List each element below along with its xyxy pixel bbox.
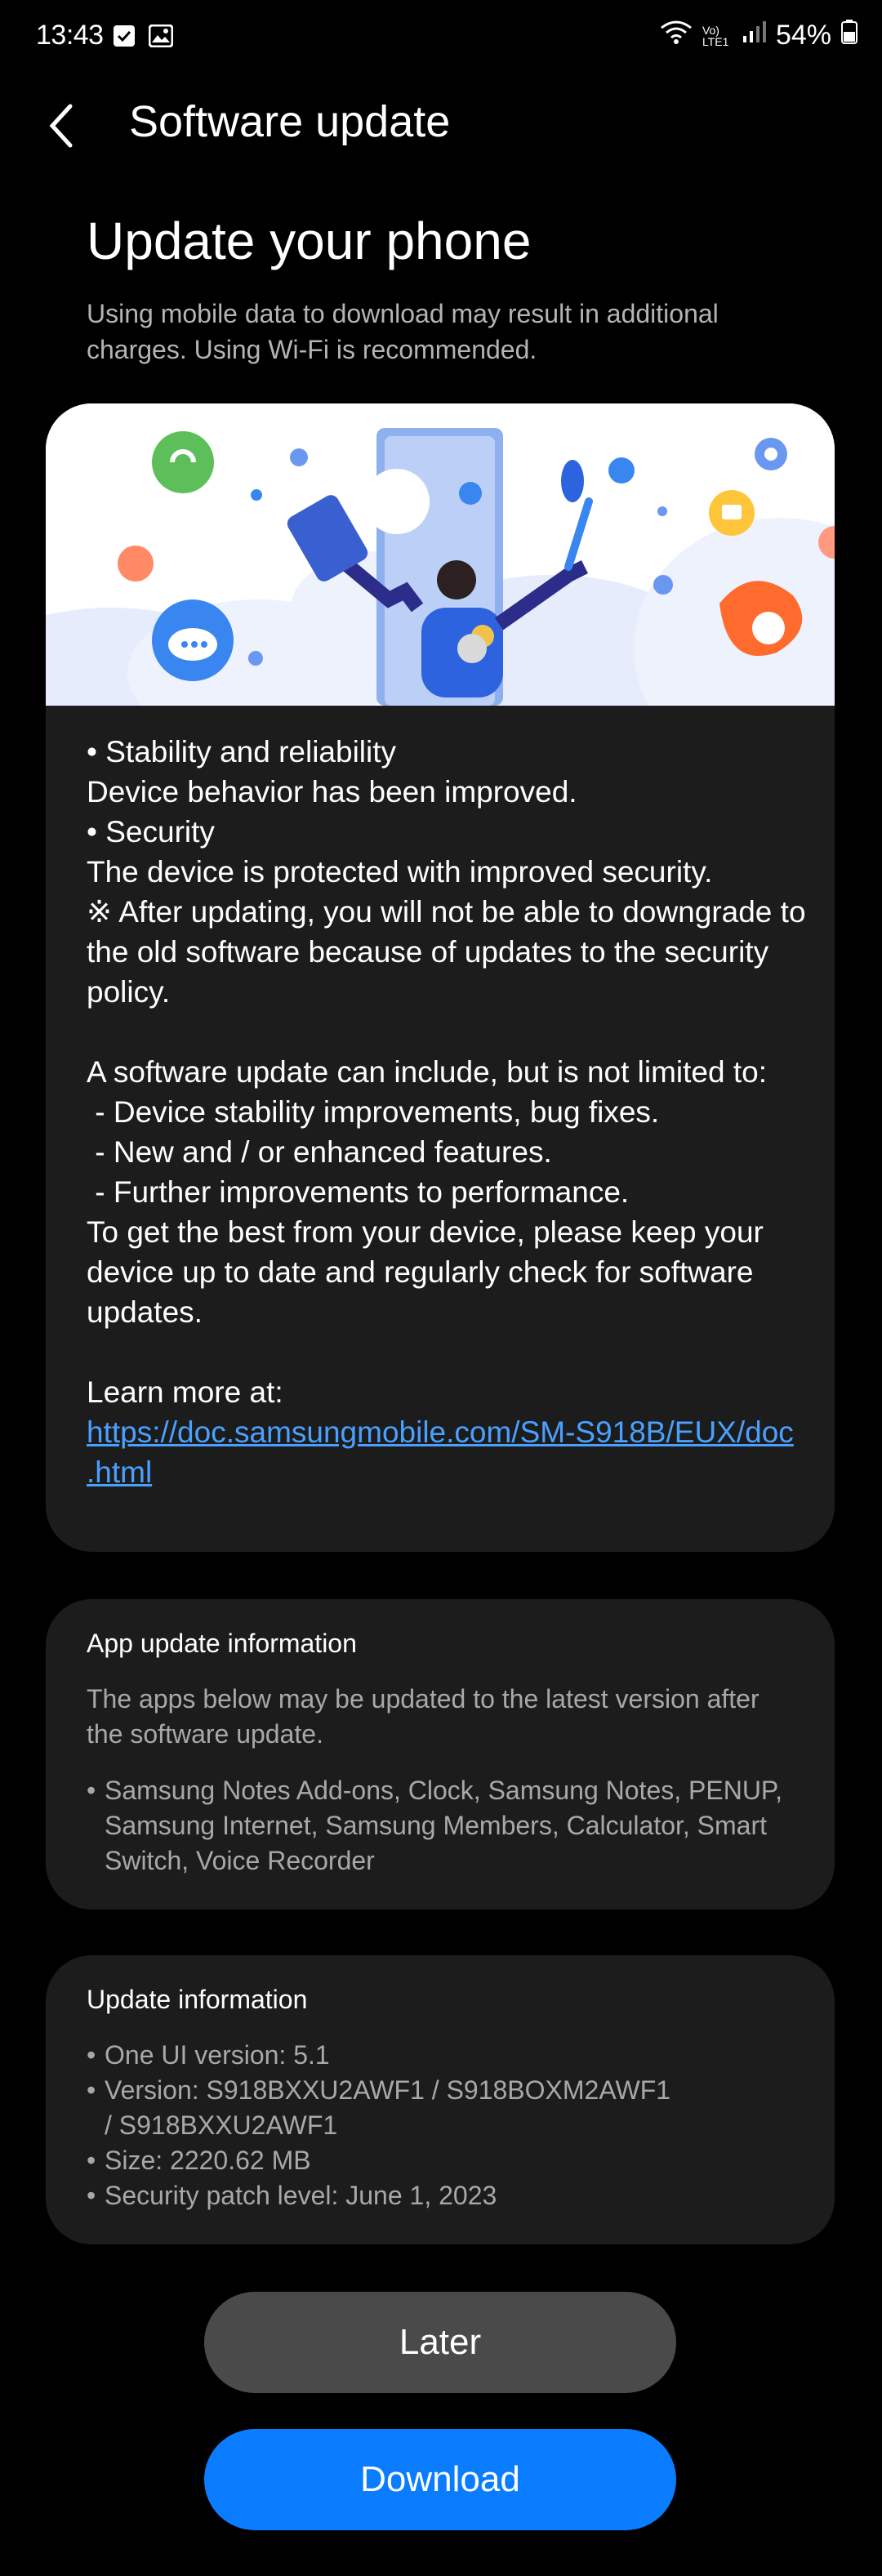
app-update-description: The apps below may be updated to the lat…: [87, 1684, 760, 1749]
download-button[interactable]: Download: [204, 2429, 676, 2530]
gallery-notification-icon: [148, 24, 174, 48]
release-note-line: device up to date and regularly check fo…: [87, 1255, 754, 1289]
bullet-icon: •: [87, 2075, 96, 2105]
header-title: Software update: [129, 97, 451, 146]
release-note-line: [87, 1012, 794, 1052]
data-warning-text: Using mobile data to download may result…: [87, 299, 719, 364]
app-list-text: Samsung Notes Add-ons, Clock, Samsung No…: [105, 1776, 783, 1875]
app-update-title: App update information: [87, 1629, 357, 1658]
build-version: Version: S918BXXU2AWF1 / S918BOXM2AWF1 /…: [105, 2075, 671, 2140]
page-title: Update your phone: [87, 212, 532, 270]
update-info-item: • Security patch level: June 1, 2023: [87, 2178, 794, 2213]
update-info-item: • One UI version: 5.1: [87, 2038, 794, 2073]
bullet-icon: •: [87, 2146, 96, 2175]
learn-more-link[interactable]: https://doc.samsungmobile.com/SM-S918B/E…: [87, 1412, 794, 1452]
release-note-line: [87, 1332, 794, 1372]
bullet-icon: •: [87, 2181, 96, 2210]
chevron-left-icon: [49, 104, 73, 148]
update-info-item: • Size: 2220.62 MB: [87, 2143, 794, 2178]
network-label: Vo) LTE1: [702, 23, 729, 48]
release-note-line: • Stability and reliability: [87, 735, 397, 769]
security-patch-level: Security patch level: June 1, 2023: [105, 2181, 497, 2210]
bullet-icon: •: [87, 2040, 96, 2070]
release-note-line: - Device stability improvements, bug fix…: [87, 1095, 660, 1129]
release-note-line: policy.: [87, 975, 171, 1009]
release-note-line: updates.: [87, 1295, 203, 1329]
status-right-group: Vo) LTE1 54%: [660, 20, 858, 51]
bullet-icon: •: [87, 1776, 96, 1805]
release-notes-card: • Stability and reliability Device behav…: [46, 403, 835, 1552]
update-size: Size: 2220.62 MB: [105, 2146, 311, 2175]
status-time: 13:43: [36, 20, 104, 51]
release-note-line: To get the best from your device, please…: [87, 1215, 764, 1249]
wifi-icon: [660, 20, 693, 51]
release-note-line: - Further improvements to performance.: [87, 1175, 630, 1209]
later-button[interactable]: Later: [204, 2292, 676, 2393]
app-update-card: App update information The apps below ma…: [46, 1599, 835, 1910]
update-info-title: Update information: [87, 1985, 308, 2014]
learn-more-link-continued[interactable]: .html: [87, 1452, 794, 1492]
release-note-line: Learn more at:: [87, 1375, 283, 1409]
release-note-line: A software update can include, but is no…: [87, 1055, 767, 1089]
one-ui-version: One UI version: 5.1: [105, 2040, 330, 2070]
update-info-item: • Version: S918BXXU2AWF1 / S918BOXM2AWF1 …: [87, 2073, 794, 2143]
app-list-item: • Samsung Notes Add-ons, Clock, Samsung …: [87, 1773, 794, 1879]
learn-more-link-line1[interactable]: https://doc.samsungmobile.com/SM-S918B/E…: [87, 1415, 794, 1449]
checkbox-notification-icon: [113, 25, 136, 47]
update-info-card: Update information • One UI version: 5.1 …: [46, 1955, 835, 2244]
release-note-line: Device behavior has been improved.: [87, 775, 577, 809]
release-note-line: • Security: [87, 815, 215, 849]
release-note-line: The device is protected with improved se…: [87, 855, 713, 889]
release-note-line: the old software because of updates to t…: [87, 935, 769, 969]
signal-icon: [742, 20, 766, 51]
release-notes-text: • Stability and reliability Device behav…: [46, 706, 835, 1525]
back-button[interactable]: [46, 101, 78, 150]
learn-more-link-line2[interactable]: .html: [87, 1455, 152, 1489]
release-note-line: ※ After updating, you will not be able t…: [87, 895, 806, 929]
update-illustration: [46, 403, 835, 706]
release-note-line: - New and / or enhanced features.: [87, 1135, 552, 1169]
battery-percent: 54%: [775, 20, 831, 51]
battery-icon: [841, 20, 858, 51]
